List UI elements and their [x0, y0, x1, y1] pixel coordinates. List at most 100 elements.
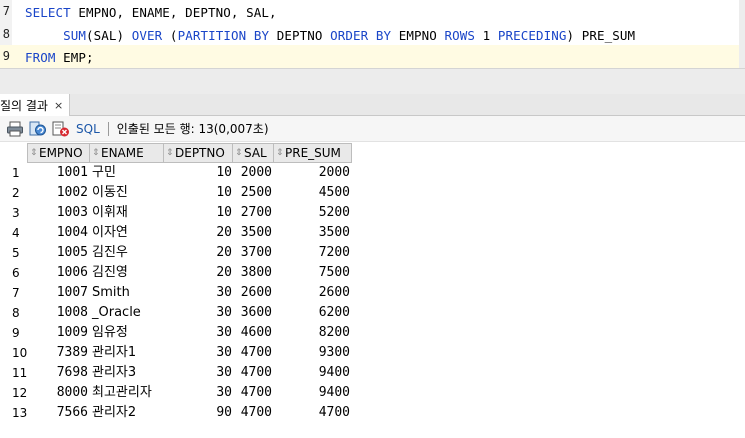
table-row[interactable]: 2 1002 이동진 10 2500 4500: [0, 183, 352, 203]
pane-splitter[interactable]: [0, 68, 745, 94]
cell-sal[interactable]: 4700: [234, 403, 272, 423]
cell-ename[interactable]: 김진우: [90, 243, 164, 263]
cell-ename[interactable]: 임유정: [90, 323, 164, 343]
row-number[interactable]: 3: [0, 203, 27, 223]
sort-icon[interactable]: ⇕: [276, 149, 284, 158]
cell-ename[interactable]: 김진영: [90, 263, 164, 283]
cell-ename[interactable]: 관리자3: [90, 363, 164, 383]
cell-ename[interactable]: 구민: [90, 163, 164, 183]
cell-sal[interactable]: 2600: [234, 283, 272, 303]
cell-empno[interactable]: 7389: [28, 343, 88, 363]
row-number[interactable]: 7: [0, 283, 27, 303]
cell-empno[interactable]: 1001: [28, 163, 88, 183]
cell-ename[interactable]: 최고관리자: [90, 383, 164, 403]
row-number[interactable]: 2: [0, 183, 27, 203]
table-row[interactable]: 1 1001 구민 10 2000 2000: [0, 163, 352, 183]
cell-empno[interactable]: 7698: [28, 363, 88, 383]
table-row[interactable]: 3 1003 이휘재 10 2700 5200: [0, 203, 352, 223]
cell-pre-sum[interactable]: 9300: [275, 343, 350, 363]
editor-scrollbar[interactable]: [739, 0, 745, 68]
column-header-empno[interactable]: ⇕ EMPNO: [28, 144, 90, 162]
cell-deptno[interactable]: 90: [165, 403, 232, 423]
cell-empno[interactable]: 1005: [28, 243, 88, 263]
sort-icon[interactable]: ⇕: [235, 149, 243, 158]
cell-pre-sum[interactable]: 2600: [275, 283, 350, 303]
cell-deptno[interactable]: 30: [165, 283, 232, 303]
cell-empno[interactable]: 7566: [28, 403, 88, 423]
row-number[interactable]: 10: [0, 343, 27, 363]
cell-pre-sum[interactable]: 7500: [275, 263, 350, 283]
cell-deptno[interactable]: 10: [165, 183, 232, 203]
table-row[interactable]: 6 1006 김진영 20 3800 7500: [0, 263, 352, 283]
table-row[interactable]: 7 1007 Smith 30 2600 2600: [0, 283, 352, 303]
cell-deptno[interactable]: 30: [165, 303, 232, 323]
tab-query-result[interactable]: 질의 결과 ×: [0, 94, 71, 116]
sql-button[interactable]: SQL: [76, 122, 100, 136]
cancel-query-icon[interactable]: [52, 120, 70, 138]
column-header-sal[interactable]: ⇕ SAL: [233, 144, 274, 162]
sort-icon[interactable]: ⇕: [166, 149, 174, 158]
sql-editor[interactable]: 7 SELECT EMPNO, ENAME, DEPTNO, SAL, 8 SU…: [0, 0, 745, 68]
cell-empno[interactable]: 1008: [28, 303, 88, 323]
row-number[interactable]: 13: [0, 403, 27, 423]
table-row[interactable]: 11 7698 관리자3 30 4700 9400: [0, 363, 352, 383]
cell-sal[interactable]: 4700: [234, 343, 272, 363]
editor-line-9[interactable]: 9 FROM EMP;: [0, 45, 745, 68]
cell-empno[interactable]: 1003: [28, 203, 88, 223]
table-row[interactable]: 13 7566 관리자2 90 4700 4700: [0, 403, 352, 423]
cell-pre-sum[interactable]: 7200: [275, 243, 350, 263]
cell-deptno[interactable]: 30: [165, 383, 232, 403]
cell-deptno[interactable]: 10: [165, 203, 232, 223]
cell-ename[interactable]: _Oracle: [90, 303, 164, 323]
cell-sal[interactable]: 4700: [234, 363, 272, 383]
cell-pre-sum[interactable]: 6200: [275, 303, 350, 323]
cell-ename[interactable]: 이자연: [90, 223, 164, 243]
cell-empno[interactable]: 1009: [28, 323, 88, 343]
cell-deptno[interactable]: 30: [165, 363, 232, 383]
cell-ename[interactable]: Smith: [90, 283, 164, 303]
cell-pre-sum[interactable]: 4500: [275, 183, 350, 203]
cell-sal[interactable]: 2700: [234, 203, 272, 223]
cell-sal[interactable]: 3700: [234, 243, 272, 263]
row-number[interactable]: 6: [0, 263, 27, 283]
row-number[interactable]: 8: [0, 303, 27, 323]
table-row[interactable]: 4 1004 이자연 20 3500 3500: [0, 223, 352, 243]
row-number[interactable]: 4: [0, 223, 27, 243]
close-icon[interactable]: ×: [54, 99, 63, 112]
cell-empno[interactable]: 1002: [28, 183, 88, 203]
cell-deptno[interactable]: 30: [165, 323, 232, 343]
cell-sal[interactable]: 2500: [234, 183, 272, 203]
table-row[interactable]: 8 1008 _Oracle 30 3600 6200: [0, 303, 352, 323]
table-row[interactable]: 10 7389 관리자1 30 4700 9300: [0, 343, 352, 363]
cell-pre-sum[interactable]: 2000: [275, 163, 350, 183]
cell-pre-sum[interactable]: 9400: [275, 383, 350, 403]
cell-sal[interactable]: 3600: [234, 303, 272, 323]
column-header-ename[interactable]: ⇕ ENAME: [90, 144, 164, 162]
cell-deptno[interactable]: 20: [165, 243, 232, 263]
table-row[interactable]: 9 1009 임유정 30 4600 8200: [0, 323, 352, 343]
table-row[interactable]: 12 8000 최고관리자 30 4700 9400: [0, 383, 352, 403]
cell-sal[interactable]: 3500: [234, 223, 272, 243]
refresh-icon[interactable]: [29, 120, 47, 138]
row-number[interactable]: 11: [0, 363, 27, 383]
editor-line-7[interactable]: 7 SELECT EMPNO, ENAME, DEPTNO, SAL,: [0, 0, 745, 23]
cell-ename[interactable]: 관리자2: [90, 403, 164, 423]
cell-deptno[interactable]: 20: [165, 223, 232, 243]
cell-empno[interactable]: 1004: [28, 223, 88, 243]
row-number[interactable]: 12: [0, 383, 27, 403]
cell-empno[interactable]: 8000: [28, 383, 88, 403]
cell-sal[interactable]: 3800: [234, 263, 272, 283]
row-number[interactable]: 1: [0, 163, 27, 183]
cell-ename[interactable]: 관리자1: [90, 343, 164, 363]
cell-pre-sum[interactable]: 4700: [275, 403, 350, 423]
cell-ename[interactable]: 이동진: [90, 183, 164, 203]
cell-pre-sum[interactable]: 5200: [275, 203, 350, 223]
sort-icon[interactable]: ⇕: [92, 149, 100, 158]
editor-line-8[interactable]: 8 SUM(SAL) OVER (PARTITION BY DEPTNO ORD…: [0, 23, 745, 46]
cell-deptno[interactable]: 20: [165, 263, 232, 283]
column-header-pre-sum[interactable]: ⇕ PRE_SUM: [274, 144, 351, 162]
cell-sal[interactable]: 2000: [234, 163, 272, 183]
cell-pre-sum[interactable]: 8200: [275, 323, 350, 343]
column-header-deptno[interactable]: ⇕ DEPTNO: [164, 144, 233, 162]
cell-ename[interactable]: 이휘재: [90, 203, 164, 223]
